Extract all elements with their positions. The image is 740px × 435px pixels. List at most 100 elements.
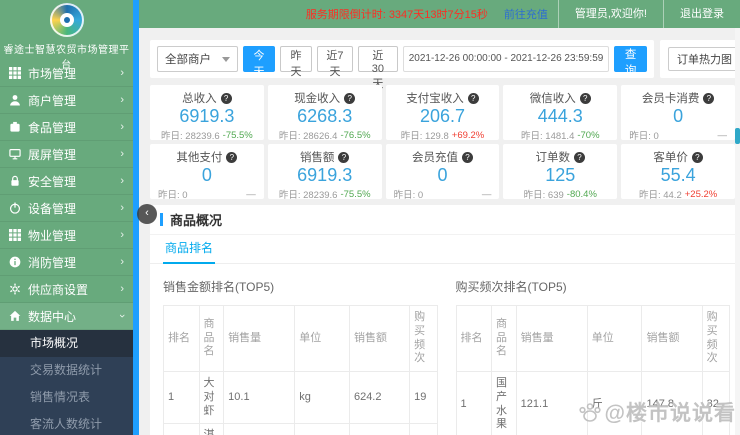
question-icon[interactable]: ?: [338, 151, 350, 163]
box-icon: [10, 121, 20, 132]
stat-value: 6268.3: [297, 106, 353, 126]
submenu-item-visitor-stats[interactable]: 客流人数统计: [0, 411, 133, 435]
stat-title: 总收入: [182, 93, 217, 105]
stat-yesterday: 昨日: 28239.6: [161, 131, 220, 140]
stat-trend: -75.5%: [222, 129, 253, 141]
submenu-item-market-overview[interactable]: 市场概况: [0, 330, 133, 357]
app-title: 睿途士智慧农贸市场管理平台: [3, 45, 130, 71]
stat-title: 支付宝收入: [406, 93, 464, 105]
range-button-7days[interactable]: 近7天: [317, 46, 353, 78]
sidebar-item-device[interactable]: 设备管理 ›: [0, 195, 133, 222]
gear-icon: [10, 283, 20, 295]
sidebar-collapse-button[interactable]: ‹: [137, 204, 157, 224]
question-icon[interactable]: ?: [226, 151, 238, 163]
stat-yesterday: 昨日: 44.2: [638, 190, 682, 199]
topbar: 服务期限倒计时: 3347天13时7分15秒 前往充值 管理员,欢迎你! 退出登…: [139, 0, 740, 28]
recharge-link[interactable]: 前往充值: [504, 6, 548, 22]
stat-yesterday: 昨日: 0: [629, 131, 659, 140]
sidebar-item-security[interactable]: 安全管理 ›: [0, 168, 133, 195]
col-product-name: 商品名: [491, 305, 517, 372]
range-button-30days[interactable]: 近30天: [357, 46, 398, 90]
stat-card-sales-amount: 销售额? 6919.3 昨日: 28239.6 -75.5%: [267, 144, 382, 200]
sidebar-item-label: 食品管理: [28, 120, 77, 135]
stat-card-wechat-income: 微信收入? 444.3 昨日: 1481.4 -70%: [503, 85, 618, 140]
stat-title: 订单数: [535, 152, 571, 164]
sidebar-item-screen[interactable]: 展屏管理 ›: [0, 141, 133, 168]
chevron-right-icon: ›: [120, 256, 124, 268]
question-icon[interactable]: ?: [574, 151, 586, 163]
order-heatmap-button[interactable]: 订单热力图: [668, 47, 740, 71]
stat-value: 0: [437, 165, 448, 185]
col-sales-amount: 销售额: [348, 305, 411, 372]
search-button[interactable]: 查询: [614, 46, 647, 77]
question-icon[interactable]: ?: [467, 92, 479, 104]
question-icon[interactable]: ?: [691, 151, 703, 163]
range-button-yesterday[interactable]: 昨天: [279, 46, 312, 78]
merchant-select[interactable]: 全部商户: [157, 46, 238, 72]
question-icon[interactable]: ?: [344, 92, 356, 104]
stat-title: 会员充值: [411, 152, 458, 164]
heatmap-card: 订单热力图: [660, 40, 740, 78]
welcome-text: 管理员,欢迎你!: [557, 0, 663, 28]
screen-icon: [9, 149, 21, 160]
scrollbar-thumb[interactable]: [735, 128, 740, 144]
sidebar-item-label: 数据中心: [28, 309, 77, 324]
date-range-input[interactable]: 2021-12-26 00:00:00 - 2021-12-26 23:59:5…: [402, 46, 610, 72]
stat-card-other-payment: 其他支付? 0 昨日: 0 —: [150, 144, 264, 199]
table-header-row: 排名 商品名 销售量 单位 销售额 购买频次: [163, 305, 438, 372]
scrollbar[interactable]: [735, 28, 740, 435]
service-countdown: 服务期限倒计时: 3347天13时7分15秒: [305, 9, 488, 21]
stat-trend: -76.5%: [340, 129, 371, 141]
question-icon[interactable]: ?: [579, 92, 591, 104]
chevron-right-icon: ›: [120, 175, 124, 187]
range-button-today[interactable]: 今天: [242, 46, 275, 78]
table-row: 1 国产水果 121.1 斤 147.8 32: [455, 371, 731, 435]
stat-card-member-recharge: 会员充值? 0 昨日: 0 —: [385, 144, 500, 200]
stat-value: 0: [201, 165, 212, 185]
submenu-item-sales-report[interactable]: 销售情况表: [0, 384, 133, 411]
stat-trend: -75.5%: [340, 188, 371, 200]
sidebar-item-merchant[interactable]: 商户管理 ›: [0, 87, 133, 114]
sidebar-item-supplier[interactable]: 供应商设置 ›: [0, 276, 133, 303]
table-title: 购买频次排名(TOP5): [455, 280, 567, 294]
stat-trend: —: [717, 129, 728, 141]
product-overview-panel: 商品概况 商品排名 销售金额排名(TOP5) 排名 商品名 销售量 单位 销售额…: [150, 205, 740, 435]
logout-button[interactable]: 退出登录: [663, 0, 740, 28]
sidebar-item-food[interactable]: 食品管理 ›: [0, 114, 133, 141]
sidebar-item-datacenter[interactable]: 数据中心 ›: [0, 303, 133, 330]
question-icon[interactable]: ?: [703, 92, 715, 104]
stat-title: 销售额: [299, 152, 335, 164]
question-icon[interactable]: ?: [461, 151, 473, 163]
tab-product-ranking[interactable]: 商品排名: [163, 235, 216, 264]
stat-yesterday: 昨日: 28626.4: [278, 131, 338, 140]
sidebar-item-property[interactable]: 物业管理 ›: [0, 222, 133, 249]
col-rank: 排名: [455, 305, 493, 372]
stat-card-avg-order-value: 客单价? 55.4 昨日: 44.2 +25.2%: [621, 144, 735, 199]
stat-trend: —: [481, 188, 492, 200]
user-icon: [10, 95, 20, 106]
stat-title: 微信收入: [529, 93, 576, 105]
stat-title: 会员卡消费: [641, 93, 700, 105]
stat-trend: -80.4%: [566, 188, 597, 200]
sidebar-item-fire[interactable]: 消防管理 ›: [0, 249, 133, 276]
stat-yesterday: 昨日: 0: [158, 190, 188, 199]
stat-title: 其他支付: [176, 152, 223, 164]
accent-bar: [160, 213, 163, 226]
stat-trend: +69.2%: [451, 129, 485, 141]
col-product-name: 商品名: [198, 305, 225, 372]
sidebar-item-label: 安全管理: [28, 174, 77, 189]
table-title: 销售金额排名(TOP5): [163, 280, 275, 294]
sales-amount-ranking-table: 销售金额排名(TOP5) 排名 商品名 销售量 单位 销售额 购买频次 1 大对…: [163, 274, 438, 435]
chevron-down-icon: ›: [116, 314, 129, 318]
table-header-row: 排名 商品名 销售量 单位 销售额 购买频次: [455, 305, 731, 372]
submenu-item-transaction-stats[interactable]: 交易数据统计: [0, 357, 133, 384]
stat-value: 6919.3: [297, 165, 353, 185]
purchase-frequency-ranking-table: 购买频次排名(TOP5) 排名 商品名 销售量 单位 销售额 购买频次 1 国产…: [456, 274, 731, 435]
question-icon[interactable]: ?: [220, 92, 232, 104]
stat-card-membercard-spend: 会员卡消费? 0 昨日: 0 —: [621, 85, 735, 140]
stat-card-cash-income: 现金收入? 6268.3 昨日: 28626.4 -76.5%: [267, 85, 382, 141]
stat-value: 125: [545, 165, 576, 185]
chevron-right-icon: ›: [120, 94, 124, 106]
sidebar-item-label: 设备管理: [28, 201, 77, 216]
home-icon: [9, 310, 21, 321]
